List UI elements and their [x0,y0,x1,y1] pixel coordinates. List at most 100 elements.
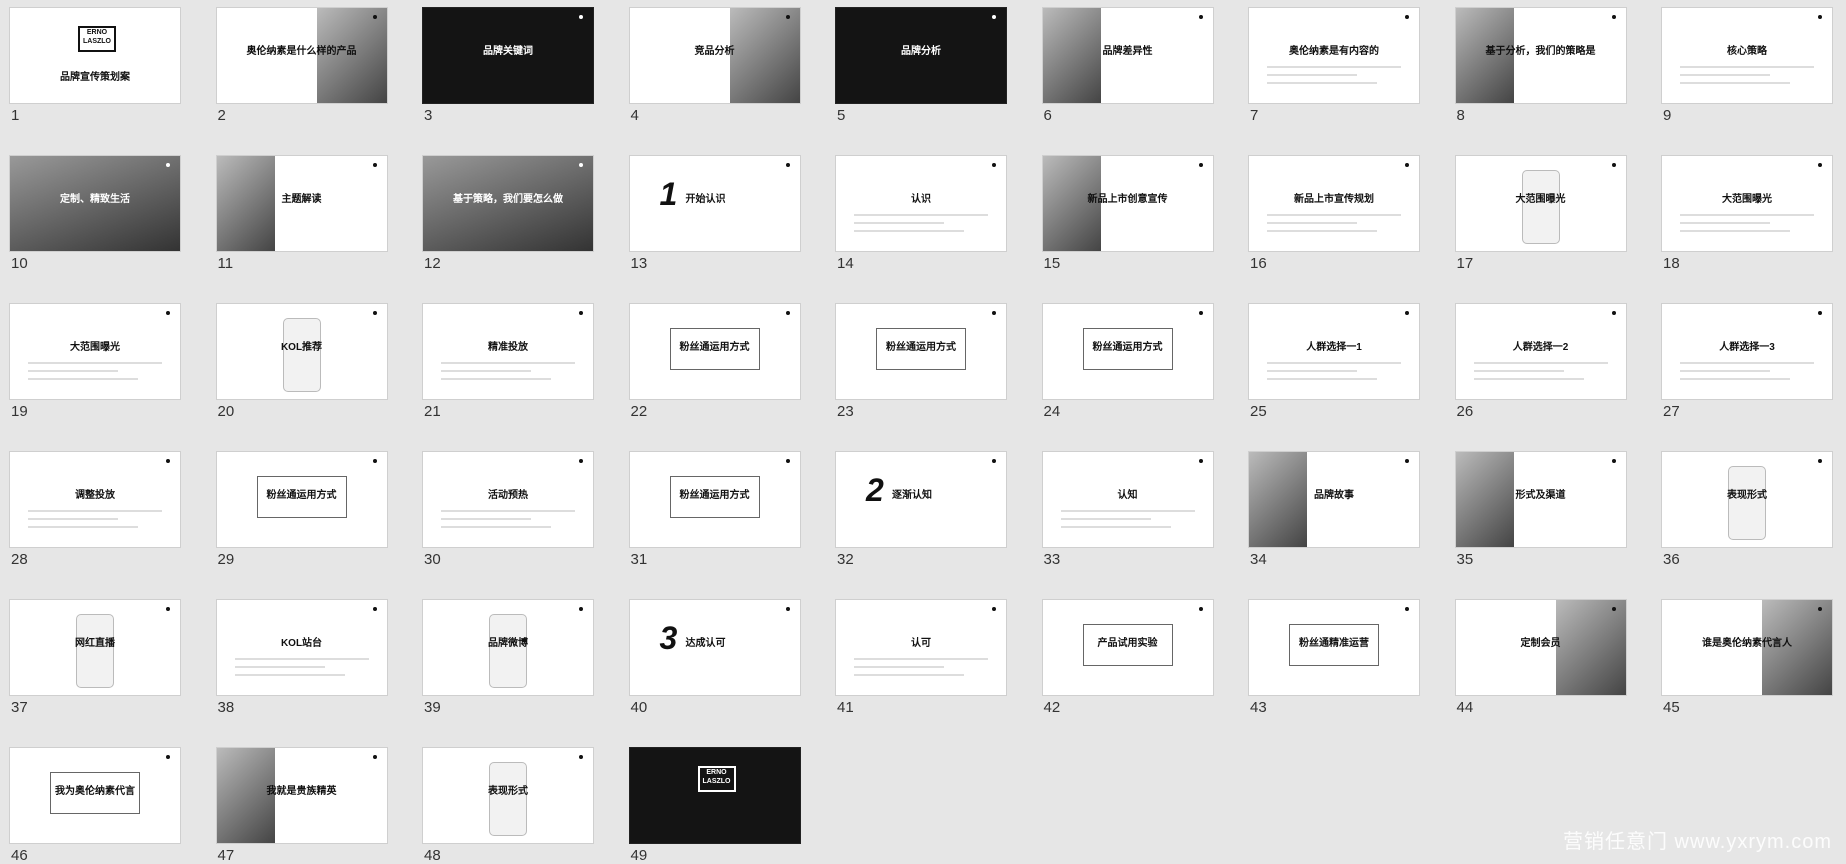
slide-thumbnail[interactable]: 表现形式 [1661,451,1833,548]
slide-title: 品牌差异性 [1102,46,1153,57]
slide-thumbnail[interactable]: 人群选择一1 [1248,303,1420,400]
slide-thumbnail[interactable]: 大范围曝光 [1661,155,1833,252]
slide-title: 基于策略，我们要怎么做 [453,194,563,205]
slide-thumbnail[interactable]: 大范围曝光 [9,303,181,400]
slide-thumbnail[interactable]: 2 逐渐认知 [835,451,1007,548]
slide-number: 33 [1043,551,1061,568]
slide-thumbnail[interactable]: 奥伦纳素是有内容的 [1248,7,1420,104]
slide-thumbnail[interactable]: 精准投放 [422,303,594,400]
slide-dot [579,607,583,611]
slide-thumbnail[interactable]: 活动预热 [422,451,594,548]
slide-title: 认可 [911,638,931,649]
slide-thumbnail-cell: 大范围曝光 18 [1661,155,1833,272]
slide-thumbnail[interactable]: 粉丝通运用方式 [628,451,801,548]
slide-dot [1198,311,1203,315]
slide-number: 15 [1043,255,1061,272]
slide-thumbnail[interactable]: 主题解读 [215,155,388,252]
slide-number: 46 [11,847,28,864]
slide-thumbnail[interactable]: 人群选择一2 [1454,303,1627,400]
slide-thumbnail-cell: KOL站台 38 [215,599,388,716]
slide-thumbnail[interactable]: KOL推荐 [215,303,388,400]
text-line [1680,370,1770,372]
slide-thumbnail[interactable]: ERNO LASZLO [628,747,801,844]
slide-title: 开始认识 [685,194,726,205]
slide-thumbnail-cell: 2 逐渐认知 32 [835,451,1007,568]
slide-thumbnail[interactable]: 认可 [835,599,1007,696]
slide-number: 35 [1456,551,1474,568]
slide-title: 大范围曝光 [1722,194,1772,205]
slide-number: 22 [630,403,648,420]
slide-thumbnail[interactable]: 品牌分析 [835,7,1007,104]
text-line [1060,518,1151,520]
section-number: 2 [866,472,884,508]
text-line [1680,230,1790,232]
slide-thumbnail[interactable]: 粉丝通运用方式 [835,303,1007,400]
slide-thumbnail[interactable]: 竞品分析 [628,7,801,104]
slide-dot [579,163,583,167]
slide-thumbnail[interactable]: 形式及渠道 [1454,451,1627,548]
slide-thumbnail[interactable]: 新品上市创意宣传 [1041,155,1214,252]
slide-thumbnail-cell: 我就是贵族精英 47 [215,747,388,864]
slide-number: 21 [424,403,441,420]
slide-dot [785,15,790,19]
slide-title: 达成认可 [685,638,726,649]
slide-thumbnail[interactable]: 粉丝通运用方式 [1041,303,1214,400]
text-line [1267,82,1377,84]
slide-thumbnail[interactable]: 产品试用实验 [1041,599,1214,696]
text-line [1267,378,1377,380]
slide-number: 19 [11,403,28,420]
slide-thumbnail[interactable]: 基于策略，我们要怎么做 [422,155,594,252]
slide-thumbnail[interactable]: 粉丝通运用方式 [215,451,388,548]
phone-mockup [1521,170,1560,244]
slide-thumbnail[interactable]: 品牌故事 [1248,451,1420,548]
slide-thumbnail[interactable]: 1 开始认识 [628,155,801,252]
slide-dot [166,459,170,463]
slide-thumbnail[interactable]: 人群选择一3 [1661,303,1833,400]
slide-thumbnail[interactable]: 核心策略 [1661,7,1833,104]
slide-thumbnail[interactable]: 品牌关键词 [422,7,594,104]
slide-dot [1198,163,1203,167]
slide-thumbnail[interactable]: 品牌微博 [422,599,594,696]
slide-thumbnail-cell: 我为奥伦纳素代言 46 [9,747,181,864]
slide-thumbnail[interactable]: 认知 [1041,451,1214,548]
slide-number: 38 [217,699,235,716]
slide-thumbnail[interactable]: 新品上市宣传规划 [1248,155,1420,252]
slide-thumbnail[interactable]: 谁是奥伦纳素代言人 [1661,599,1833,696]
slide-thumbnail[interactable]: 品牌差异性 [1041,7,1214,104]
slide-thumbnail[interactable]: 3 达成认可 [628,599,801,696]
slide-thumbnail-cell: 粉丝通精准运营 43 [1248,599,1420,716]
slide-number: 4 [630,107,639,124]
text-line [854,658,988,660]
slide-thumbnail[interactable]: 定制、精致生活 [9,155,181,252]
slide-number: 2 [217,107,226,124]
slide-thumbnail[interactable]: 我就是贵族精英 [215,747,388,844]
slide-thumbnail[interactable]: KOL站台 [215,599,388,696]
slide-thumbnail[interactable]: 认识 [835,155,1007,252]
brand-logo: ERNO LASZLO [697,766,736,792]
slide-thumbnail-cell: 人群选择一3 27 [1661,303,1833,420]
slide-thumbnail[interactable]: 网红直播 [9,599,181,696]
slide-thumbnail[interactable]: ERNO LASZLO 品牌宣传策划案 [9,7,181,104]
slide-thumbnail[interactable]: 奥伦纳素是什么样的产品 [215,7,388,104]
slide-thumbnail[interactable]: 粉丝通运用方式 [628,303,801,400]
slide-number: 29 [217,551,235,568]
text-line [854,674,964,676]
slide-thumbnail-cell: 品牌关键词 3 [422,7,594,124]
slide-number: 26 [1456,403,1474,420]
slide-thumbnail[interactable]: 定制会员 [1454,599,1627,696]
text-line [441,362,575,364]
slide-title: 谁是奥伦纳素代言人 [1702,638,1792,649]
text-line [1680,214,1814,216]
slide-thumbnail-cell: 谁是奥伦纳素代言人 45 [1661,599,1833,716]
slide-thumbnail[interactable]: 调整投放 [9,451,181,548]
slide-thumbnail[interactable]: 我为奥伦纳素代言 [9,747,181,844]
slide-thumbnail[interactable]: 大范围曝光 [1454,155,1627,252]
slide-number: 39 [424,699,441,716]
slide-thumbnail[interactable]: 基于分析，我们的策略是 [1454,7,1627,104]
slide-dot [785,311,790,315]
slide-dot [372,607,377,611]
slide-thumbnail[interactable]: 表现形式 [422,747,594,844]
slide-thumbnail[interactable]: 粉丝通精准运营 [1248,599,1420,696]
slide-title: 粉丝通运用方式 [266,490,337,501]
text-line [441,378,551,380]
